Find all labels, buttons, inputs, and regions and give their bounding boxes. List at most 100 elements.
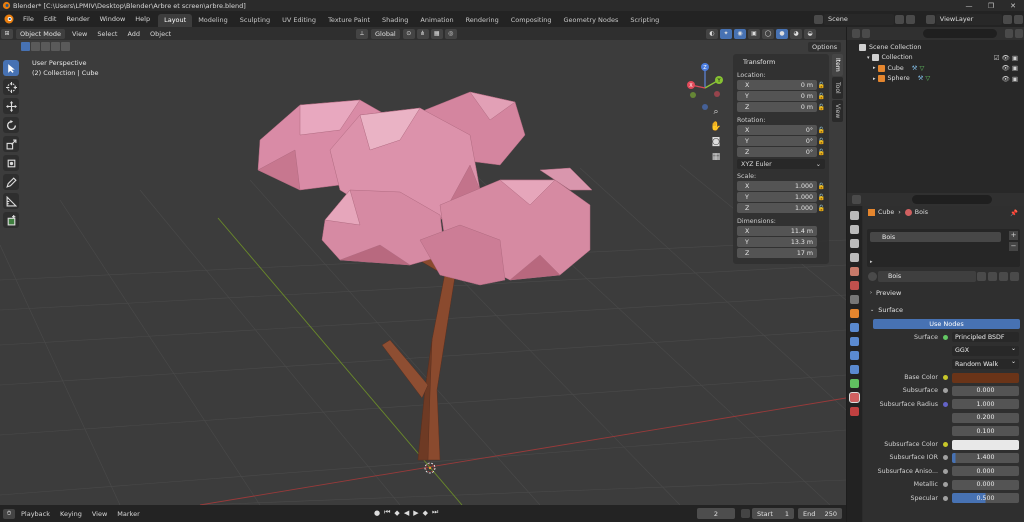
scale-x-field[interactable]: X 1.000 — [737, 181, 817, 191]
visibility-icon[interactable]: ◐ — [706, 28, 718, 39]
select-new-icon[interactable] — [21, 42, 30, 51]
outliner-row-scene-collection[interactable]: Scene Collection — [847, 42, 1024, 53]
close-button[interactable]: ✕ — [1002, 0, 1024, 11]
filter-icon[interactable] — [1004, 29, 1013, 38]
duplicate-material-icon[interactable] — [988, 272, 997, 281]
mode-dropdown[interactable]: Object Mode — [16, 28, 65, 39]
lock-icon[interactable]: 🔓 — [817, 138, 825, 145]
particles-tab-icon[interactable] — [850, 337, 859, 346]
lock-icon[interactable]: 🔓 — [817, 104, 825, 111]
outliner-editor-icon[interactable] — [852, 29, 861, 38]
color-swatch[interactable] — [952, 439, 1019, 450]
outliner-search-input[interactable] — [923, 29, 997, 38]
properties-editor-icon[interactable] — [852, 195, 861, 204]
link-icon[interactable] — [1010, 272, 1019, 281]
socket-icon[interactable] — [943, 482, 948, 488]
rotation-y-field[interactable]: Y 0° — [737, 136, 817, 146]
menu-view[interactable]: View — [67, 30, 92, 38]
visibility-toggles[interactable]: 👁 ▣ — [1002, 75, 1018, 83]
tab-rendering[interactable]: Rendering — [460, 14, 505, 27]
preview-panel-header[interactable]: › Preview — [867, 287, 1020, 299]
delete-scene-icon[interactable] — [906, 14, 915, 24]
expand-arrow-icon[interactable]: ▸ — [873, 65, 876, 71]
material-shading-icon[interactable]: ◕ — [790, 28, 802, 39]
visibility-toggles[interactable]: 👁 ▣ — [1002, 64, 1018, 72]
proportional-edit-icon[interactable]: ◎ — [444, 28, 457, 39]
lock-icon[interactable]: 🔓 — [817, 183, 825, 190]
collection-tab-icon[interactable] — [850, 295, 859, 304]
tab-compositing[interactable]: Compositing — [505, 14, 558, 27]
constraints-tab-icon[interactable] — [850, 365, 859, 374]
annotate-tool[interactable] — [3, 174, 19, 190]
snap-icon[interactable]: ⋔ — [416, 28, 429, 39]
lock-icon[interactable]: 🔓 — [817, 194, 825, 201]
tab-animation[interactable]: Animation — [414, 14, 459, 27]
add-cube-tool[interactable] — [3, 212, 19, 228]
lock-icon[interactable]: 🔓 — [817, 205, 825, 212]
outliner-row-cube[interactable]: ▸ Cube ⚒ ▽ 👁 ▣ — [847, 63, 1024, 74]
expand-arrow-icon[interactable]: ▾ — [867, 55, 870, 61]
property-field[interactable]: 0.200 — [952, 412, 1019, 423]
view-layer-field[interactable]: ViewLayer — [935, 13, 1003, 25]
select-subtract-icon[interactable] — [41, 42, 50, 51]
tab-item[interactable]: Item — [832, 54, 843, 76]
display-mode-icon[interactable] — [862, 29, 871, 38]
menu-file[interactable]: File — [18, 15, 39, 23]
unlink-material-icon[interactable] — [999, 272, 1008, 281]
tab-modeling[interactable]: Modeling — [192, 14, 234, 27]
property-field[interactable]: 1.400 — [952, 452, 1019, 463]
pivot-icon[interactable]: ⊙ — [402, 28, 415, 39]
solid-shading-icon[interactable]: ● — [776, 28, 788, 39]
mesh-data-icon[interactable]: ▽ — [925, 75, 930, 82]
overlay-toggle-icon[interactable]: ◉ — [734, 28, 746, 39]
rendered-shading-icon[interactable]: ◒ — [804, 28, 816, 39]
scene-icon[interactable] — [814, 14, 823, 24]
scene-name-field[interactable]: Scene — [824, 13, 894, 25]
record-icon[interactable]: ● — [374, 509, 380, 517]
tab-texture-paint[interactable]: Texture Paint — [322, 14, 376, 27]
gizmo-toggle-icon[interactable]: ✦ — [720, 28, 732, 39]
menu-timeline-view[interactable]: View — [87, 510, 112, 518]
lock-icon[interactable]: 🔓 — [817, 93, 825, 100]
options-dropdown[interactable]: Options — [808, 42, 842, 52]
output-tab-icon[interactable] — [850, 239, 859, 248]
texture-tab-icon[interactable] — [850, 407, 859, 416]
socket-icon[interactable] — [943, 442, 948, 448]
expand-arrow-icon[interactable]: ▸ — [873, 76, 876, 82]
property-field[interactable]: 1.000 — [952, 399, 1019, 410]
dimensions-y-field[interactable]: Y 13.3 m — [737, 237, 817, 247]
use-nodes-button[interactable]: Use Nodes — [873, 319, 1020, 329]
physics-tab-icon[interactable] — [850, 351, 859, 360]
outliner-row-collection[interactable]: ▾ Collection ☑ 👁 ▣ — [847, 53, 1024, 64]
property-field[interactable]: 0.000 — [952, 479, 1019, 490]
material-slot[interactable]: Bois — [870, 232, 1001, 242]
tab-tool[interactable]: Tool — [832, 77, 843, 99]
menu-marker[interactable]: Marker — [112, 510, 144, 518]
mesh-data-icon[interactable]: ▽ — [919, 65, 924, 72]
modifier-icon[interactable]: ⚒ — [912, 65, 918, 72]
perspective-grid-icon[interactable]: ▦ — [709, 150, 723, 164]
surface-panel-header[interactable]: ⌄ Surface — [867, 304, 1020, 316]
menu-edit[interactable]: Edit — [39, 15, 62, 23]
socket-icon[interactable] — [943, 375, 948, 381]
delete-view-layer-icon[interactable] — [1014, 14, 1024, 24]
select-box-tool[interactable] — [3, 60, 19, 76]
wireframe-shading-icon[interactable]: ◯ — [762, 28, 774, 39]
tab-layout[interactable]: Layout — [158, 14, 193, 27]
tab-uv-editing[interactable]: UV Editing — [276, 14, 322, 27]
color-swatch[interactable] — [952, 372, 1019, 383]
object-tab-icon[interactable] — [850, 309, 859, 318]
maximize-button[interactable]: ❐ — [980, 0, 1002, 11]
select-extend-icon[interactable] — [31, 42, 40, 51]
location-y-field[interactable]: Y 0 m — [737, 91, 817, 101]
view-layer-icon[interactable] — [926, 14, 935, 24]
clock-icon[interactable] — [741, 509, 750, 518]
camera-icon[interactable]: ◙ — [709, 135, 723, 149]
play-icon[interactable]: ▶ — [413, 509, 418, 517]
start-frame-field[interactable]: Start 1 — [752, 508, 794, 519]
modifier-icon[interactable]: ⚒ — [918, 75, 924, 82]
snap-target-icon[interactable]: ▦ — [430, 28, 443, 39]
remove-slot-icon[interactable]: − — [1009, 242, 1018, 251]
blender-menu-icon[interactable] — [3, 13, 15, 25]
outliner-row-sphere[interactable]: ▸ Sphere ⚒ ▽ 👁 ▣ — [847, 74, 1024, 85]
